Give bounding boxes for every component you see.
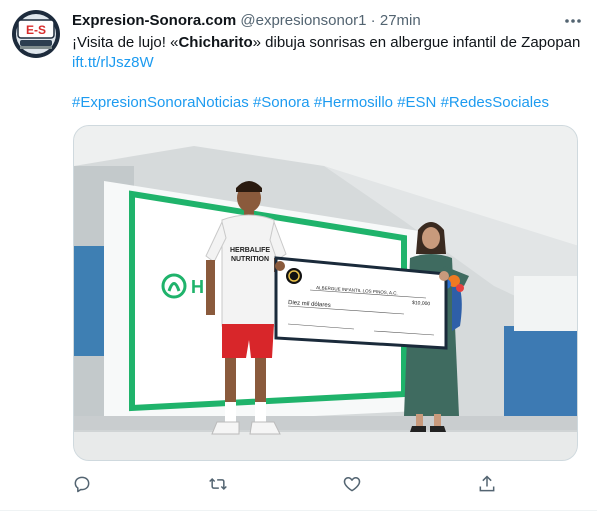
more-icon[interactable] [563, 12, 583, 30]
retweet-icon[interactable] [207, 474, 229, 496]
like-icon[interactable] [342, 474, 364, 496]
hashtag[interactable]: #ESN [397, 94, 436, 111]
jersey-text-1: HERBALIFE [230, 247, 270, 254]
tweet-header: Expresion-Sonora.com @expresionsonor1 · … [72, 10, 585, 32]
check-amount: $10,000 [412, 300, 431, 307]
author-handle[interactable]: @expresionsonor1 [240, 12, 366, 29]
jersey-text-2: NUTRITION [231, 256, 269, 263]
tweet-text-bold: Chicharito [178, 34, 253, 51]
reply-icon[interactable] [72, 474, 94, 496]
tweet-link[interactable]: ift.tt/rlJsz8W [72, 54, 154, 71]
hashtag[interactable]: #Hermosillo [314, 94, 393, 111]
hashtag-list: #ExpresionSonoraNoticias #Sonora #Hermos… [72, 93, 582, 113]
hashtag[interactable]: #RedesSociales [441, 94, 549, 111]
screen-logo-text: H [191, 277, 204, 297]
header-separator: · [366, 12, 380, 29]
giant-check: ALBERGUE INFANTIL LOS PINOS, A.C. $10,00… [274, 256, 448, 350]
action-bar [72, 474, 502, 496]
tweet-text-part2: » dibuja sonrisas en albergue infantil d… [252, 34, 581, 51]
tweet-photo[interactable]: H HERBALIFE NUTRITION ALBERGUE INFANTIL … [73, 125, 578, 461]
hashtag[interactable]: #Sonora [253, 94, 310, 111]
tweet-text-part1: ¡Visita de lujo! « [72, 34, 179, 51]
tweet-text: ¡Visita de lujo! «Chicharito» dibuja son… [72, 33, 582, 113]
share-icon[interactable] [477, 474, 499, 496]
tweet-time[interactable]: 27min [380, 12, 421, 29]
avatar-text: E-S [26, 23, 46, 37]
hashtag[interactable]: #ExpresionSonoraNoticias [72, 94, 249, 111]
tweet-body: ¡Visita de lujo! «Chicharito» dibuja son… [72, 33, 582, 73]
avatar[interactable]: E-S [12, 10, 60, 58]
author-name[interactable]: Expresion-Sonora.com [72, 12, 236, 29]
tweet-card[interactable]: E-S Expresion-Sonora.com @expresionsonor… [0, 0, 597, 511]
